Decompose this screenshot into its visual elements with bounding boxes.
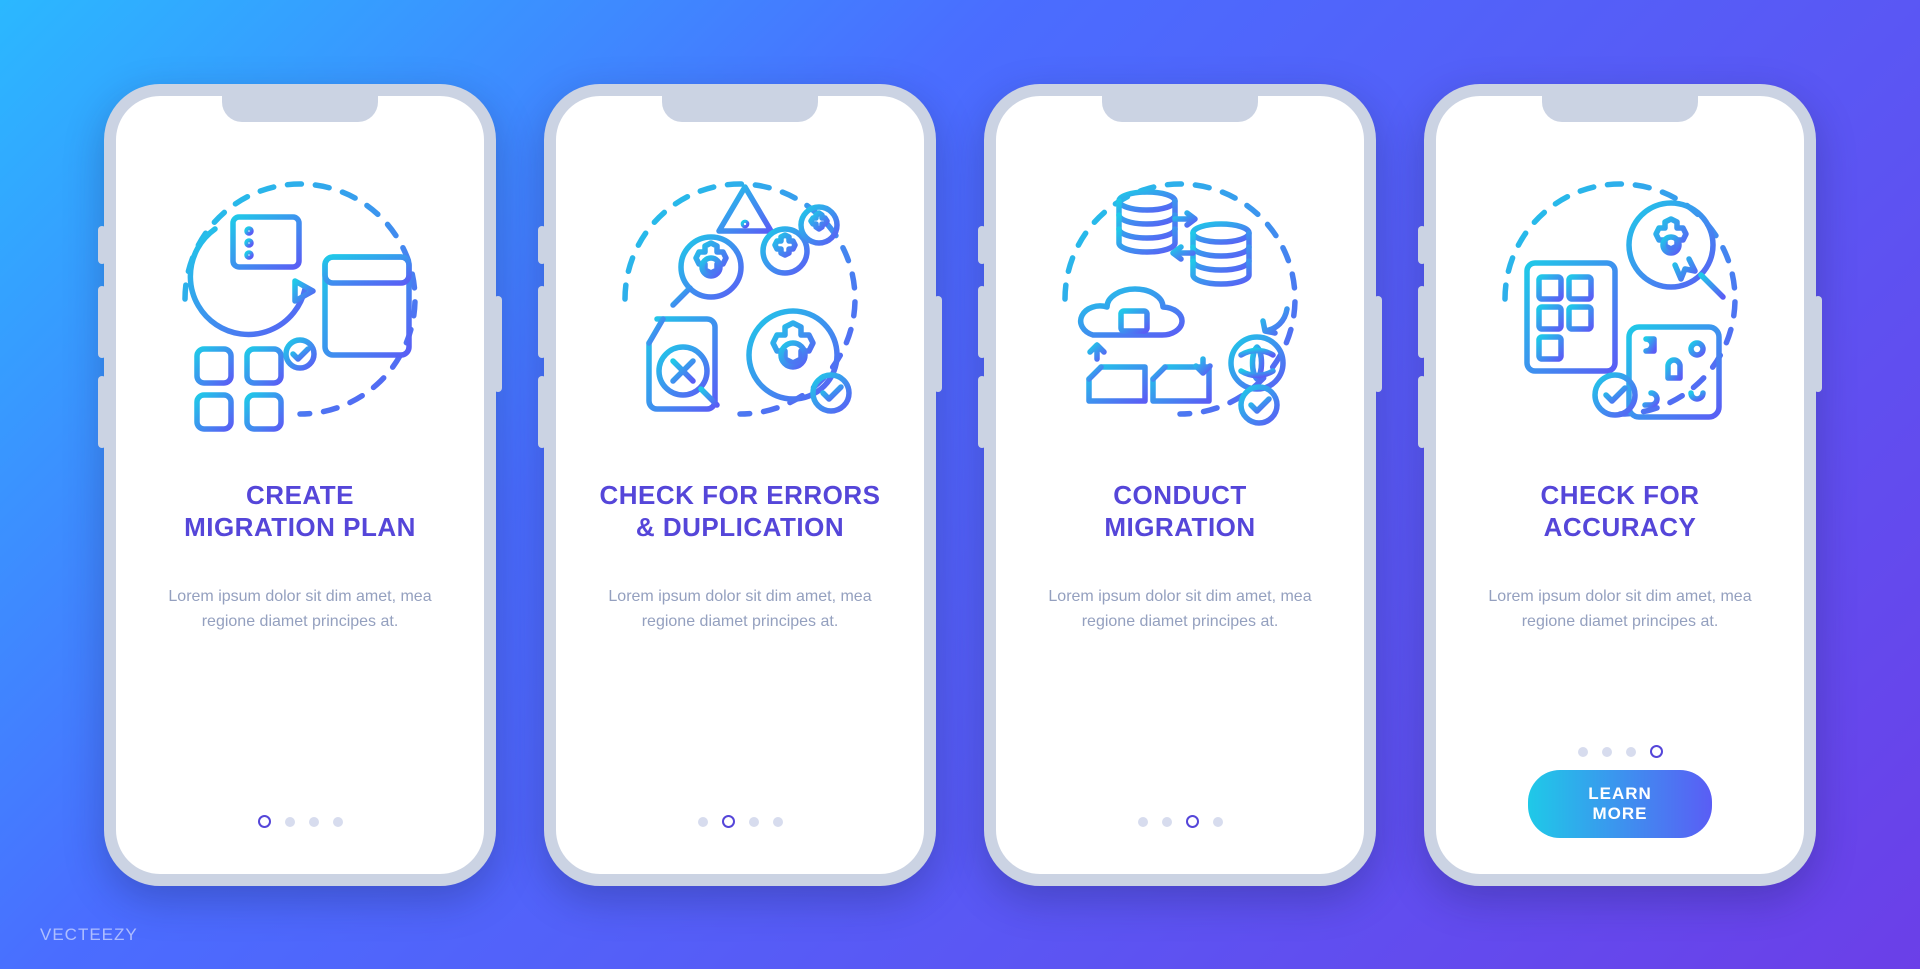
onboarding-screen-4: CHECK FOR ACCURACY Lorem ipsum dolor sit… [1424,84,1816,886]
phone-side-button [978,286,986,358]
phone-notch [1542,94,1698,122]
page-dot-3[interactable] [1626,747,1636,757]
phone-side-button [978,226,986,264]
screen-title: CONDUCT MIGRATION [1070,462,1289,562]
phone-side-button [978,376,986,448]
learn-more-button[interactable]: LEARN MORE [1528,770,1712,838]
phone-side-button [538,226,546,264]
plan-icon: PLAN 1 2 [150,154,450,444]
phone-side-button [98,376,106,448]
phone-side-button [494,296,502,392]
screen-title: CHECK FOR ERRORS & DUPLICATION [565,462,914,562]
phone-notch [222,94,378,122]
phone-side-button [1418,226,1426,264]
page-dots[interactable] [1436,747,1804,758]
page-dot-2[interactable] [722,815,735,828]
page-dots[interactable] [556,817,924,828]
phone-side-button [1418,376,1426,448]
phone-side-button [98,286,106,358]
screen-title: CREATE MIGRATION PLAN [150,462,450,562]
page-dot-2[interactable] [285,817,295,827]
watermark: VECTEEZY [40,925,138,945]
onboarding-screen-3: CONDUCT MIGRATION Lorem ipsum dolor sit … [984,84,1376,886]
svg-text:2: 2 [341,324,352,346]
phone-notch [662,94,818,122]
page-dots[interactable] [116,817,484,828]
svg-text:PLAN: PLAN [344,261,390,280]
phone-side-button [98,226,106,264]
page-dot-2[interactable] [1602,747,1612,757]
page-dot-1[interactable] [258,815,271,828]
screen-body: Lorem ipsum dolor sit dim amet, mea regi… [556,584,924,635]
phone-side-button [538,376,546,448]
onboarding-screen-1: PLAN 1 2 CREATE MIGRATION PLAN Lorem ips… [104,84,496,886]
svg-text:1: 1 [341,294,352,316]
page-dot-2[interactable] [1162,817,1172,827]
page-dot-4[interactable] [773,817,783,827]
page-dot-4[interactable] [333,817,343,827]
screen-body: Lorem ipsum dolor sit dim amet, mea regi… [1436,584,1804,635]
onboarding-screen-2: CHECK FOR ERRORS & DUPLICATION Lorem ips… [544,84,936,886]
onboarding-row: PLAN 1 2 CREATE MIGRATION PLAN Lorem ips… [104,84,1816,886]
page-dot-1[interactable] [1578,747,1588,757]
phone-side-button [1374,296,1382,392]
accuracy-icon [1470,154,1770,444]
page-dot-4[interactable] [1650,745,1663,758]
page-dot-1[interactable] [1138,817,1148,827]
page-dot-3[interactable] [309,817,319,827]
phone-side-button [538,286,546,358]
phone-side-button [934,296,942,392]
errors-icon [590,154,890,444]
conduct-icon [1030,154,1330,444]
phone-side-button [1418,286,1426,358]
screen-title: CHECK FOR ACCURACY [1506,462,1733,562]
page-dot-3[interactable] [749,817,759,827]
page-dot-4[interactable] [1213,817,1223,827]
page-dot-3[interactable] [1186,815,1199,828]
phone-notch [1102,94,1258,122]
phone-side-button [1814,296,1822,392]
page-dot-1[interactable] [698,817,708,827]
screen-body: Lorem ipsum dolor sit dim amet, mea regi… [116,584,484,635]
screen-body: Lorem ipsum dolor sit dim amet, mea regi… [996,584,1364,635]
page-dots[interactable] [996,817,1364,828]
